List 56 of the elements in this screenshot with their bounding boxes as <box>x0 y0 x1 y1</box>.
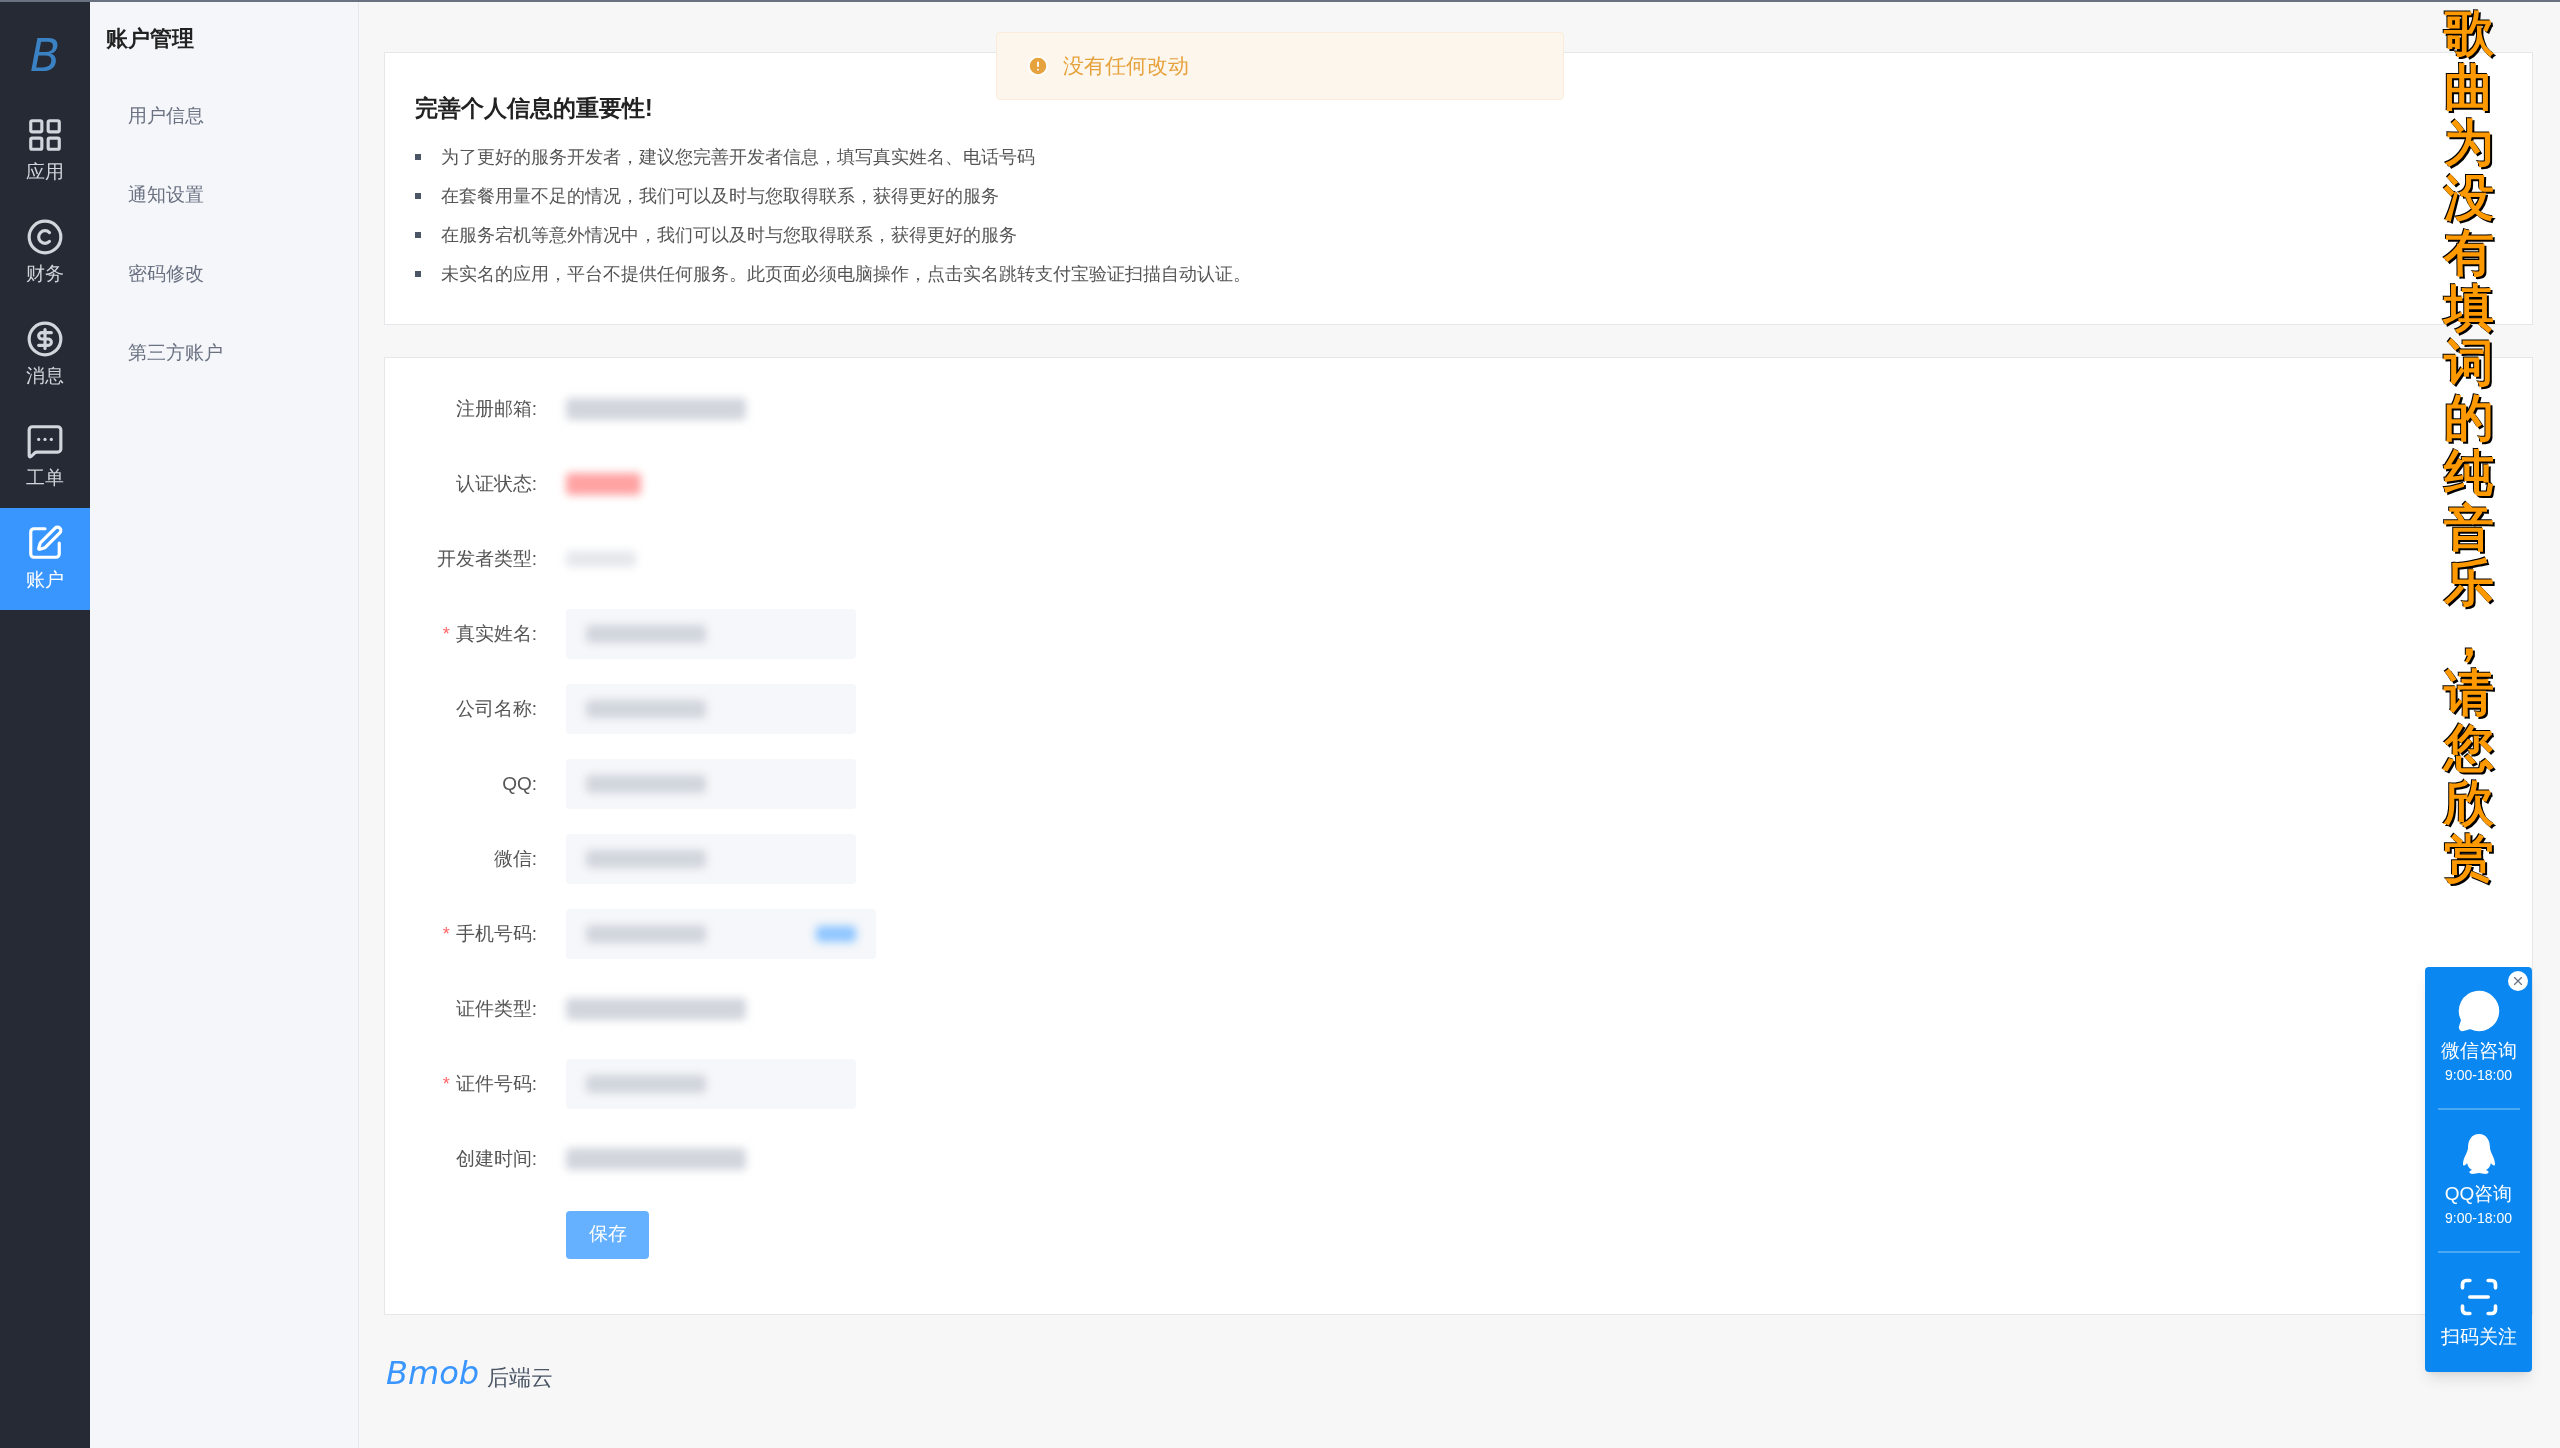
field-label: 手机号码: <box>455 921 537 946</box>
field-label: 开发者类型: <box>436 546 537 571</box>
notice-item: 为了更好的服务开发者，建议您完善开发者信息，填写真实姓名、电话号码 <box>441 145 1035 169</box>
sidebar-item[interactable]: 密码修改 <box>90 235 358 314</box>
hours-text: 9:00-18:00 <box>2445 1208 2512 1228</box>
contact-item[interactable]: QQ咨询 <box>2444 1131 2513 1206</box>
field-label: QQ: <box>502 771 537 796</box>
field-label: 证件类型: <box>455 996 537 1021</box>
field-label: 微信: <box>493 846 537 871</box>
field-label: 公司名称: <box>455 696 537 721</box>
required-asterisk: * <box>442 922 450 946</box>
input-field[interactable] <box>566 684 856 734</box>
edit-icon <box>26 523 64 562</box>
copyright-icon <box>26 217 64 256</box>
close-icon <box>2511 974 2525 988</box>
nav-item[interactable]: 应用 <box>0 100 90 202</box>
sidebar-item[interactable]: 用户信息 <box>90 77 358 156</box>
chat-bubbles-icon <box>2456 989 2501 1033</box>
hours-text: 9:00-18:00 <box>2445 1065 2512 1085</box>
bullet-icon <box>415 271 421 277</box>
nav-item[interactable]: 财务 <box>0 202 90 304</box>
dollar-icon <box>26 319 64 358</box>
input-field[interactable] <box>566 1059 856 1109</box>
brand-suffix: 后端云 <box>487 1366 553 1389</box>
logo: B <box>29 34 61 78</box>
lyrics-overlay: 歌曲为没有填词的纯音乐，请您欣赏 <box>2441 6 2495 888</box>
input-field[interactable] <box>566 909 876 959</box>
contact-item[interactable]: 扫码关注 <box>2440 1274 2517 1349</box>
input-field[interactable] <box>566 834 856 884</box>
sidebar-title: 账户管理 <box>106 25 195 53</box>
notice-item: 在套餐用量不足的情况，我们可以及时与您取得联系，获得更好的服务 <box>441 184 999 208</box>
field-label: 创建时间: <box>455 1146 537 1171</box>
bullet-icon <box>415 232 421 238</box>
notice-title: 完善个人信息的重要性! <box>415 94 654 123</box>
field-label: 真实姓名: <box>455 621 537 646</box>
contact-item[interactable]: 微信咨询 <box>2440 989 2517 1063</box>
sidebar-item[interactable]: 第三方账户 <box>90 314 358 393</box>
bullet-icon <box>415 193 421 199</box>
required-asterisk: * <box>442 622 450 646</box>
field-label: 认证状态: <box>455 471 537 496</box>
notice-item: 在服务宕机等意外情况中，我们可以及时与您取得联系，获得更好的服务 <box>441 223 1017 247</box>
notice-item: 未实名的应用，平台不提供任何服务。此页面必须电脑操作，点击实名跳转支付宝验证扫描自动认证。 <box>441 262 1251 286</box>
sidebar-item[interactable]: 通知设置 <box>90 156 358 235</box>
required-asterisk: * <box>442 1072 450 1096</box>
toast-message: 没有任何改动 <box>1063 53 1189 80</box>
nav-item[interactable]: 账户 <box>0 508 90 610</box>
nav-item[interactable]: 工单 <box>0 406 90 508</box>
warning-icon <box>1027 55 1049 77</box>
brand-logo: Bmob <box>386 1356 479 1389</box>
nav-item[interactable]: 消息 <box>0 304 90 406</box>
field-label: 注册邮箱: <box>455 396 537 421</box>
input-field[interactable] <box>566 759 856 809</box>
bullet-icon <box>415 154 421 160</box>
field-label: 证件号码: <box>455 1071 537 1096</box>
close-button[interactable] <box>2508 971 2528 991</box>
input-field[interactable] <box>566 609 856 659</box>
